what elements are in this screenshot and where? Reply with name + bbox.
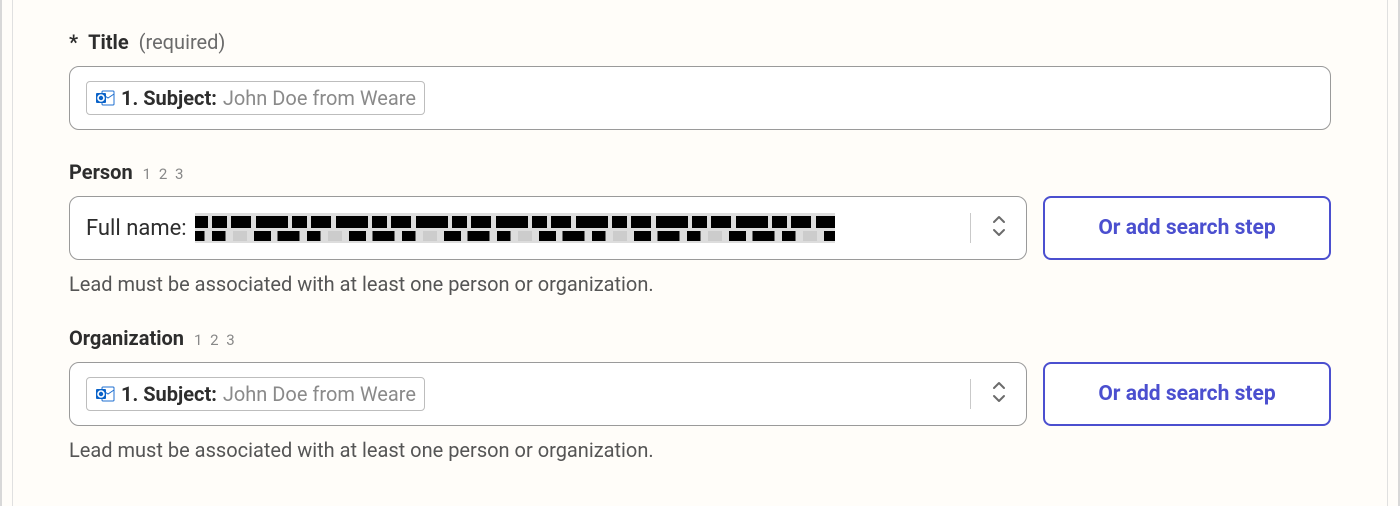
organization-select[interactable]: 1. Subject: John Doe from Weare [69,362,1027,426]
organization-label: Organization [69,326,184,350]
organization-help-text: Lead must be associated with at least on… [69,438,1331,462]
required-asterisk: * [69,30,78,54]
chevron-up-down-icon [990,213,1008,243]
organization-add-search-step-label: Or add search step [1098,382,1275,406]
chevron-up-down-icon [990,379,1008,409]
person-select-caret[interactable] [970,213,1026,243]
organization-pill-prefix: 1. Subject: [121,382,217,406]
title-field: * Title (required) 1. Subject: Jo [69,30,1331,130]
person-redacted-value [195,213,835,243]
title-label-row: * Title (required) [69,30,1331,54]
organization-field: Organization 1 2 3 [69,326,1331,462]
person-fullname-label: Full name: [86,216,187,241]
title-pill-value: John Doe from Weare [223,86,416,110]
title-input[interactable]: 1. Subject: John Doe from Weare [69,66,1331,130]
person-field: Person 1 2 3 Full name: [69,160,1331,296]
title-value-pill[interactable]: 1. Subject: John Doe from Weare [86,81,425,115]
title-hint: (required) [139,30,226,54]
organization-value-pill[interactable]: 1. Subject: John Doe from Weare [86,377,425,411]
person-select[interactable]: Full name: [69,196,1027,260]
person-label-row: Person 1 2 3 [69,160,1331,184]
outlook-icon [95,88,115,108]
organization-nums: 1 2 3 [194,331,237,349]
person-nums: 1 2 3 [143,165,186,183]
person-add-search-step-label: Or add search step [1098,216,1275,240]
title-pill-prefix: 1. Subject: [121,86,217,110]
outlook-icon [95,384,115,404]
person-help-text: Lead must be associated with at least on… [69,272,1331,296]
organization-label-row: Organization 1 2 3 [69,326,1331,350]
organization-add-search-step-button[interactable]: Or add search step [1043,362,1331,426]
title-label: Title [88,30,129,54]
organization-select-caret[interactable] [970,379,1026,409]
organization-pill-value: John Doe from Weare [223,382,416,406]
person-add-search-step-button[interactable]: Or add search step [1043,196,1331,260]
person-label: Person [69,160,133,184]
